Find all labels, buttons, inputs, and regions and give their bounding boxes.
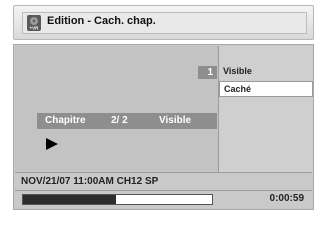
chapter-position: 2/ 2 — [111, 115, 128, 126]
progress-track — [22, 194, 213, 205]
page-title: Edition - Cach. chap. — [47, 15, 156, 27]
dvd-recorder-osd: +VR Edition - Cach. chap. 1 Chapitre 2/ … — [0, 0, 320, 241]
title-panel: +VR Edition - Cach. chap. — [22, 12, 307, 34]
chapter-badge: 1 — [198, 66, 217, 79]
option-visible[interactable]: Visible — [219, 66, 252, 76]
vr-disc-icon: +VR — [27, 15, 41, 31]
preview-pane — [15, 46, 218, 172]
title-bar: +VR Edition - Cach. chap. — [13, 5, 314, 40]
play-icon — [46, 138, 58, 150]
chapter-info-bar: Chapitre 2/ 2 Visible — [37, 113, 217, 129]
chapter-label: Chapitre — [45, 115, 86, 126]
svg-text:+VR: +VR — [30, 26, 40, 31]
chapter-status: Visible — [159, 115, 192, 126]
recording-info: NOV/21/07 11:00AM CH12 SP — [15, 172, 312, 190]
playback-bar: 0:00:59 — [15, 190, 312, 209]
option-cache-selected[interactable]: Caché — [219, 81, 313, 97]
options-pane — [219, 46, 313, 172]
progress-fill — [23, 195, 116, 204]
edit-panel: 1 Chapitre 2/ 2 Visible Visible Caché NO… — [13, 44, 314, 210]
elapsed-time: 0:00:59 — [269, 193, 304, 204]
